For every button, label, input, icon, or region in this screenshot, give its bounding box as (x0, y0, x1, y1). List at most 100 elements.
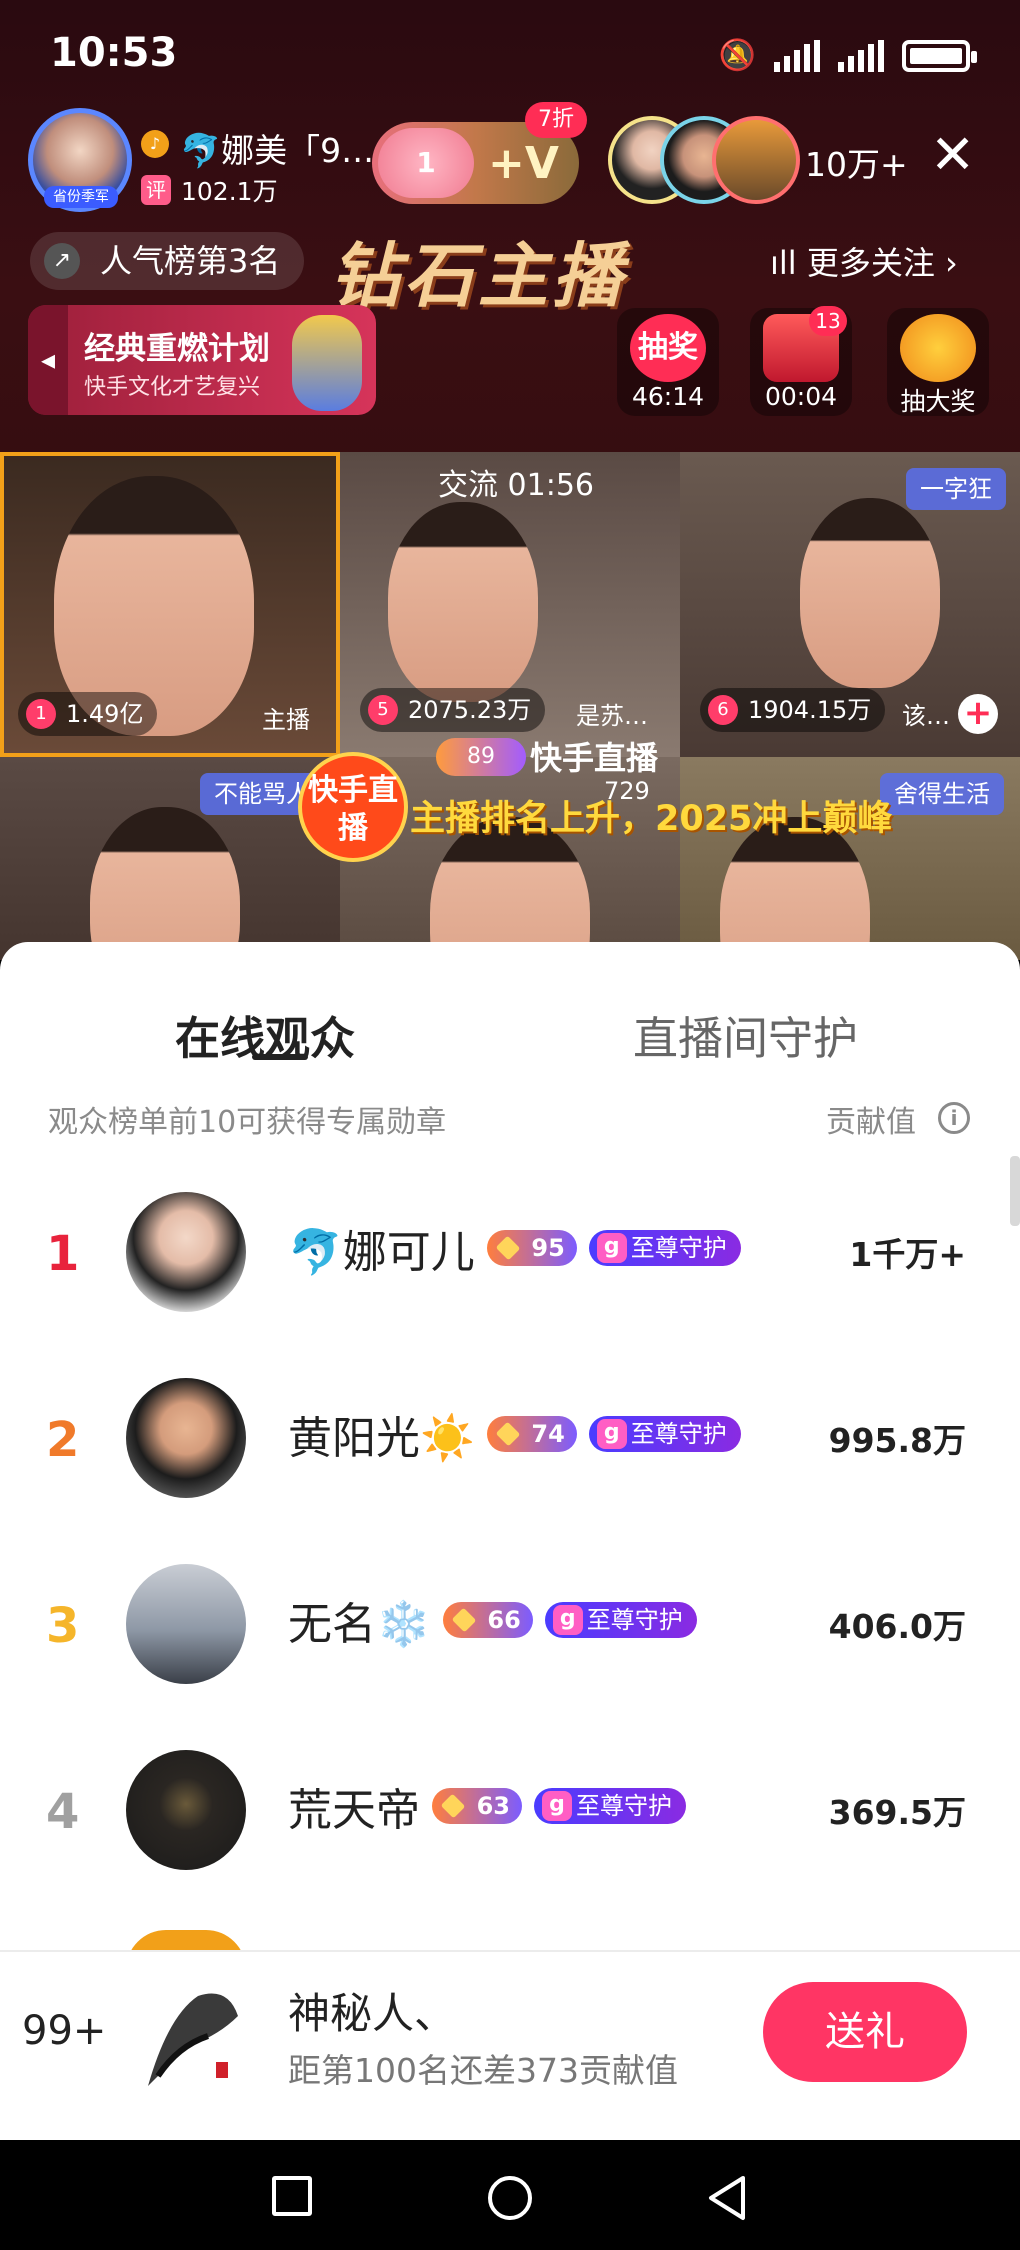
guest-face (90, 807, 240, 960)
level-badge: 89 (436, 738, 526, 776)
audience-row[interactable]: 4 荒天帝 63 至尊守护 369.5万 (0, 1734, 1020, 1920)
red-packet-timer: 00:04 (764, 382, 838, 411)
user-name-line: 黄阳光☀️ 74 至尊守护 (288, 1402, 741, 1466)
lottery-icon: 抽奖 (630, 314, 706, 382)
avatar[interactable] (126, 1750, 246, 1870)
recent-apps-icon[interactable] (272, 2176, 312, 2216)
banner-title: 经典重燃计划 (84, 331, 270, 367)
ranking-hint: 观众榜单前10可获得专属勋章 (48, 1105, 447, 1140)
diamond-host-title: 钻石主播 (330, 235, 626, 317)
kuaishou-live-badge: 快手直播 (298, 752, 408, 862)
contribution-label: 贡献值 (826, 1105, 916, 1140)
fans-badge-icon: 评 (141, 175, 171, 205)
guest-score-value: 1904.15万 (748, 696, 872, 724)
popularity-rank-label: 人气榜第3名 (100, 242, 281, 280)
audience-row[interactable]: 1 🐬娜可儿 95 至尊守护 1千万+ (0, 1176, 1020, 1362)
signal-icon (774, 39, 820, 72)
grand-prize-label: 抽大奖 (900, 387, 976, 416)
contribution-value: 995.8万 (828, 1421, 966, 1460)
host-fans-count: 102.1万 (181, 177, 278, 206)
rank-badge: 6 (708, 695, 738, 725)
tab-room-guard[interactable]: 直播间守护 (633, 1002, 858, 1067)
banner-subtitle: 快手文化才艺复兴 (84, 375, 261, 400)
signal-icon-2 (838, 39, 884, 72)
avatar[interactable] (126, 1564, 246, 1684)
audience-row[interactable]: 2 黄阳光☀️ 74 至尊守护 995.8万 (0, 1362, 1020, 1548)
level-badge: 63 (432, 1788, 522, 1824)
send-gift-button[interactable]: 送礼 (763, 1982, 967, 2082)
host-fans: 评 102.1万 (141, 172, 278, 208)
battery-icon (902, 39, 977, 72)
contribution-value: 406.0万 (828, 1607, 966, 1646)
banner-arrow-icon: ◂ (28, 305, 68, 415)
home-icon[interactable] (488, 2176, 532, 2220)
rank-badge: 1 (26, 699, 56, 729)
red-packet-count-badge: 13 (809, 306, 847, 336)
fan-level-heart: 1 (378, 128, 474, 198)
discount-badge: 7折 (525, 102, 587, 138)
level-badge: 66 (442, 1602, 533, 1638)
user-name: 荒天帝 (288, 1785, 420, 1836)
rank-badge: 5 (368, 695, 398, 725)
guest-tag: 舍得生活 (880, 773, 1004, 815)
avatar[interactable] (126, 1378, 246, 1498)
guard-badge: 至尊守护 (588, 1416, 741, 1452)
popularity-rank[interactable]: ↗ 人气榜第3名 (30, 232, 305, 290)
viewer-count[interactable]: 10万+ (805, 138, 908, 186)
video-cell-guest-5[interactable]: 舍得生活 (680, 757, 1020, 960)
my-rank: 99+ (22, 2008, 107, 2054)
grand-prize-icon (900, 314, 976, 382)
close-icon[interactable]: ✕ (930, 128, 975, 182)
host-score: 1 1.49亿 (18, 692, 158, 736)
avatar[interactable] (126, 1192, 246, 1312)
guest-score: 5 2075.23万 (360, 688, 546, 732)
user-name: 无名❄️ (288, 1599, 431, 1650)
user-name: 黄阳光☀️ (288, 1413, 475, 1464)
info-icon[interactable]: i (938, 1102, 970, 1134)
ink-painting-icon (148, 1993, 238, 2086)
host-score-value: 1.49亿 (66, 700, 144, 728)
host-tag: 省份季军 (44, 186, 118, 208)
guest-face (800, 498, 940, 688)
my-avatar[interactable] (128, 1976, 248, 2100)
kuaishou-live-label: 快手直播 (530, 739, 659, 777)
lottery-timer: 46:14 (631, 382, 705, 411)
host-name[interactable]: 🐬娜美「9… (180, 124, 374, 172)
status-time: 10:53 (50, 30, 178, 76)
level-badge: 95 (486, 1230, 577, 1266)
user-name-line: 无名❄️ 66 至尊守护 (288, 1588, 697, 1652)
my-gap-text: 距第100名还差373贡献值 (288, 2051, 678, 2090)
status-icons: 🔕 (718, 38, 977, 73)
video-cell-guest-2[interactable]: 一字狂 6 1904.15万 该… + (680, 452, 1020, 757)
rank-number: 4 (46, 1784, 80, 1840)
rank-icon: ↗ (44, 243, 80, 279)
my-name: 神秘人、 (288, 1989, 457, 2038)
system-nav-bar (0, 2140, 1020, 2250)
contribution-value: 369.5万 (828, 1793, 966, 1832)
live-stream-area: 10:53 🔕 省份季军 ♪ 🐬娜美「9… 评 102.1万 1 +V 7折 1… (0, 0, 1020, 960)
rank-number: 3 (46, 1598, 80, 1654)
fan-plus-v: +V (488, 137, 559, 189)
video-cell-host[interactable]: 1 1.49亿 主播 (0, 452, 340, 757)
add-guest-icon[interactable]: + (958, 694, 998, 734)
mute-icon: 🔕 (718, 38, 756, 73)
user-name-line: 🐬娜可儿 95 至尊守护 (288, 1216, 741, 1280)
audience-row[interactable]: 3 无名❄️ 66 至尊守护 406.0万 (0, 1548, 1020, 1734)
plan-banner[interactable]: ◂ 经典重燃计划 快手文化才艺复兴 (28, 305, 376, 415)
banner-character (292, 315, 362, 411)
user-name-line: 荒天帝 63 至尊守护 (288, 1774, 686, 1838)
tab-indicator (252, 1054, 308, 1060)
guest-tag: 一字狂 (906, 468, 1006, 510)
viewer-avatar[interactable] (712, 116, 800, 204)
guest-score: 6 1904.15万 (700, 688, 886, 732)
music-icon: ♪ (141, 130, 169, 158)
video-cell-guest-3[interactable]: 不能骂人 (0, 757, 340, 960)
grand-prize-button[interactable]: 抽大奖 (887, 308, 989, 416)
rank-number: 2 (46, 1412, 80, 1468)
user-name: 🐬娜可儿 (288, 1227, 475, 1278)
rank-number: 1 (46, 1226, 80, 1282)
more-follow-link[interactable]: ıll 更多关注 › (770, 238, 958, 284)
lottery-button[interactable]: 抽奖 46:14 (617, 308, 719, 416)
guest-cell-label: 该… (902, 702, 950, 730)
back-icon[interactable] (705, 2174, 749, 2222)
